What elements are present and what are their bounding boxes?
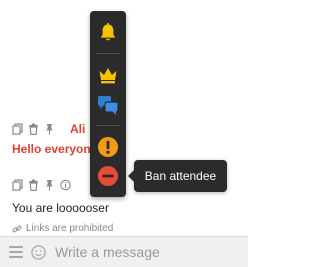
message-text: Hello everyon [12, 142, 91, 156]
pin-icon[interactable] [44, 123, 55, 135]
exclamation-icon [97, 136, 119, 158]
message-input[interactable] [53, 243, 237, 261]
copy-icon[interactable] [12, 179, 23, 191]
notice-text: Links are prohibited [26, 223, 114, 234]
ban-button[interactable] [96, 164, 120, 188]
ban-attendee-tooltip: Ban attendee [128, 160, 227, 192]
chat-bubbles-button[interactable] [96, 93, 120, 117]
bell-icon [97, 22, 119, 44]
message-composer [0, 236, 248, 267]
chat-bubbles-icon [97, 94, 119, 116]
copy-icon[interactable] [12, 123, 23, 135]
link-icon [12, 224, 22, 234]
sender-name[interactable]: Ali [70, 122, 85, 136]
message-actions [12, 123, 55, 135]
smiley-icon[interactable] [31, 244, 46, 260]
moderation-toolbar [90, 11, 126, 197]
crown-button[interactable] [96, 63, 120, 87]
links-prohibited-notice: Links are prohibited [12, 223, 113, 234]
pin-icon[interactable] [44, 179, 55, 191]
bell-button[interactable] [96, 21, 120, 45]
crown-icon [97, 64, 119, 86]
toolbar-divider [96, 125, 120, 126]
message-text: You are loooooser [12, 201, 109, 215]
trash-icon[interactable] [28, 179, 39, 191]
hamburger-icon[interactable] [9, 246, 23, 258]
info-icon[interactable] [60, 179, 71, 191]
message-actions [12, 179, 71, 191]
toolbar-divider [96, 53, 120, 54]
trash-icon[interactable] [28, 123, 39, 135]
warn-button[interactable] [96, 135, 120, 159]
ban-icon [97, 165, 119, 187]
